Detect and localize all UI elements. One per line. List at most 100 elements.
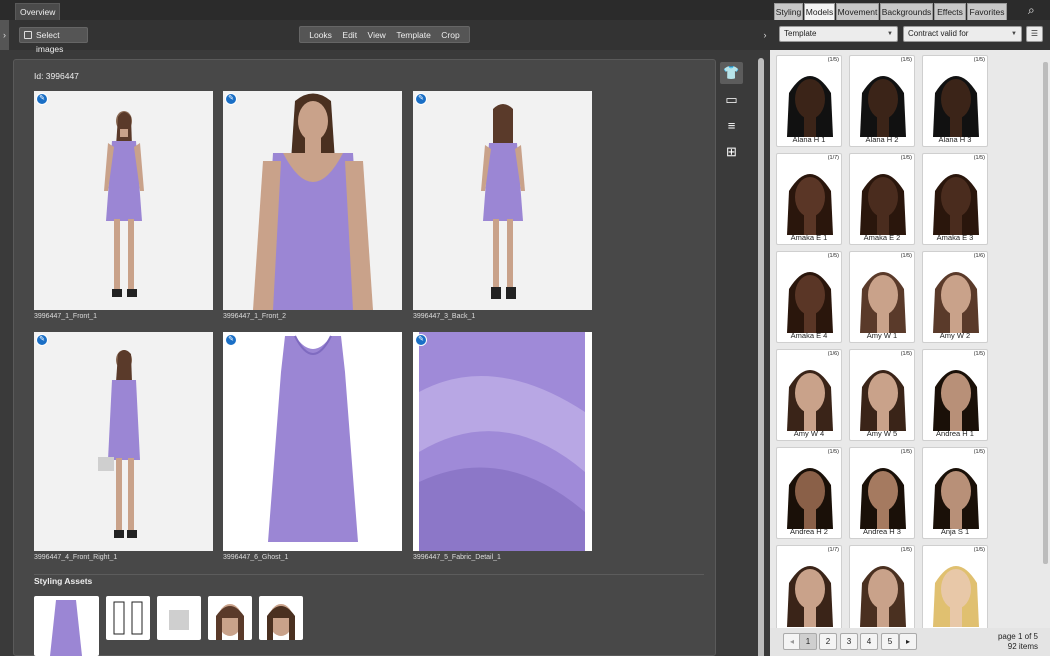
model-name: Amaka E 4 [790, 331, 828, 340]
edit-icon[interactable]: ✎ [36, 334, 48, 346]
model-card[interactable]: (1/6) Amy W 4 [776, 349, 842, 441]
dress-asset-image [50, 600, 82, 656]
model-photo [933, 370, 979, 431]
page-5-button[interactable]: 5 [881, 633, 899, 650]
page-4-button[interactable]: 4 [860, 633, 878, 650]
model-photo [787, 370, 833, 431]
page-2-button[interactable]: 2 [819, 633, 837, 650]
product-image-fabric-detail-1[interactable]: ✎ [413, 332, 592, 551]
product-image-front-1[interactable]: ✎ [34, 91, 213, 310]
menu-edit[interactable]: Edit [342, 30, 357, 40]
model-card[interactable]: (1/6) Amy W 2 [922, 251, 988, 343]
model-card[interactable]: (1/5) Andrea H 3 [849, 447, 915, 539]
menu-crop[interactable]: Crop [441, 30, 459, 40]
menu-template[interactable]: Template [396, 30, 431, 40]
model-card[interactable]: (1/5) Amaka E 3 [922, 153, 988, 245]
select-images-button[interactable]: Select images [19, 27, 88, 54]
model-count: (1/5) [973, 547, 985, 553]
menu-looks[interactable]: Looks [309, 30, 332, 40]
model-card[interactable]: (1/5) Alana H 3 [922, 55, 988, 147]
styling-asset-hair-1[interactable] [208, 596, 252, 640]
model-card[interactable]: (1/5) Amy W 1 [849, 251, 915, 343]
model-card[interactable]: (1/5) Amaka E 2 [849, 153, 915, 245]
model-card[interactable]: (1/5) Alana H 1 [776, 55, 842, 147]
model-count: (1/5) [973, 57, 985, 63]
edit-icon[interactable]: ✎ [415, 334, 427, 346]
product-image-back-1[interactable]: ✎ [413, 91, 592, 310]
comment-icon[interactable]: ▭ [720, 89, 743, 111]
model-count: (1/5) [827, 449, 839, 455]
fabric-detail-image [419, 332, 585, 551]
left-panel-toggle-icon[interactable]: › [0, 20, 9, 50]
model-closeup-image [253, 93, 373, 310]
model-card[interactable]: (1/5) Andrea H 1 [922, 349, 988, 441]
model-card[interactable]: (1/7) Amaka E 1 [776, 153, 842, 245]
model-scrollbar[interactable] [1041, 52, 1049, 628]
tab-effects[interactable]: Effects [934, 3, 966, 20]
model-count: (1/5) [827, 57, 839, 63]
menu-view[interactable]: View [368, 30, 386, 40]
tab-overview[interactable]: Overview [15, 3, 61, 20]
page-3-button[interactable]: 3 [840, 633, 858, 650]
model-card[interactable]: (1/5) Anja S 1 [922, 447, 988, 539]
image-caption: 3996447_1_Front_2 [223, 313, 287, 320]
model-name: Amy W 2 [939, 331, 971, 340]
model-card[interactable]: (1/5) Amaka E 4 [776, 251, 842, 343]
template-dropdown-value: Template [784, 29, 817, 38]
product-image-front-right-1[interactable]: ✎ [34, 332, 213, 551]
right-panel-toggle-icon[interactable]: › [760, 20, 770, 50]
bag-asset-image [169, 610, 189, 630]
model-count: (1/5) [827, 253, 839, 259]
styling-asset-dress[interactable] [34, 596, 99, 656]
list-view-icon[interactable]: ☰ [1026, 26, 1043, 42]
search-icon[interactable]: ⌕ [1028, 3, 1042, 17]
styling-asset-shoes[interactable] [106, 596, 150, 640]
model-photo [933, 566, 979, 627]
model-card[interactable]: (1/5) Alana H 2 [849, 55, 915, 147]
shirt-icon[interactable]: 👕 [720, 62, 743, 84]
model-name: Amaka E 3 [936, 233, 974, 242]
tab-styling[interactable]: Styling [774, 3, 803, 20]
model-name: Alana H 2 [865, 135, 899, 144]
template-dropdown[interactable]: Template ▼ [779, 26, 898, 42]
model-photo [860, 566, 906, 627]
styling-asset-bag[interactable] [157, 596, 201, 640]
model-card[interactable]: (1/7) [776, 545, 842, 637]
chevron-down-icon: ▼ [887, 31, 893, 37]
model-count: (1/5) [900, 449, 912, 455]
edit-icon[interactable]: ✎ [225, 93, 237, 105]
notes-icon[interactable]: ≡ [720, 115, 743, 137]
page-1-button[interactable]: 1 [799, 633, 817, 650]
model-back-image [481, 104, 525, 299]
page-info: page 1 of 5 [997, 632, 1038, 641]
model-name: Amy W 1 [866, 331, 898, 340]
tab-models[interactable]: Models [804, 3, 835, 20]
model-photo [860, 76, 906, 137]
tab-favorites[interactable]: Favorites [967, 3, 1007, 20]
contract-dropdown[interactable]: Contract valid for ▼ [903, 26, 1022, 42]
model-card[interactable]: (1/5) Amy W 5 [849, 349, 915, 441]
model-front-image [104, 111, 144, 297]
main-scrollbar-thumb[interactable] [758, 58, 764, 656]
edit-icon[interactable]: ✎ [36, 93, 48, 105]
model-scrollbar-thumb[interactable] [1043, 62, 1048, 564]
next-page-icon[interactable]: ▸ [899, 633, 917, 650]
model-count: (1/5) [900, 547, 912, 553]
edit-icon[interactable]: ✎ [415, 93, 427, 105]
model-card[interactable]: (1/5) [849, 545, 915, 637]
tab-backgrounds[interactable]: Backgrounds [880, 3, 933, 20]
styling-asset-hair-2[interactable] [259, 596, 303, 640]
product-image-front-2[interactable]: ✎ [223, 91, 402, 310]
model-card[interactable]: (1/5) Andrea H 2 [776, 447, 842, 539]
main-scrollbar[interactable] [755, 50, 768, 656]
model-card[interactable]: (1/5) [922, 545, 988, 637]
edit-icon[interactable]: ✎ [225, 334, 237, 346]
product-image-ghost-1[interactable]: ✎ [223, 332, 402, 551]
model-name: Alana H 3 [938, 135, 972, 144]
model-photo [787, 174, 833, 235]
view-menu-group: Looks Edit View Template Crop [299, 26, 470, 43]
image-caption: 3996447_1_Front_1 [34, 313, 98, 320]
tab-movement[interactable]: Movement [836, 3, 879, 20]
select-images-label: Select images [36, 30, 64, 54]
add-icon[interactable]: ⊞ [720, 141, 743, 163]
